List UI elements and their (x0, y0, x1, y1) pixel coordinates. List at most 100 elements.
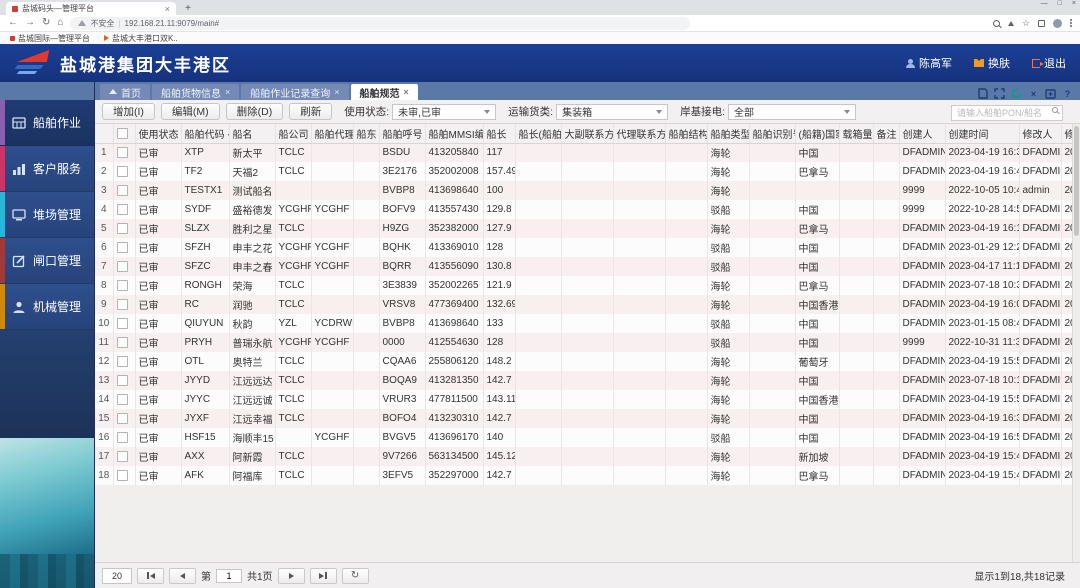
scrollbar-thumb[interactable] (1074, 126, 1079, 236)
row-checkbox[interactable] (116, 147, 128, 159)
row-checkbox[interactable] (116, 393, 128, 405)
window-maximize-button[interactable]: □ (1058, 0, 1062, 7)
sidebar-item-ship-operations[interactable]: 船舶作业 (0, 100, 94, 146)
row-checkbox[interactable] (116, 469, 128, 481)
table-row[interactable]: 6 已审 SFZH 申丰之花 YCGHF YCGHF BQHK 413369010 128 驳船中… (95, 238, 1080, 257)
row-checkbox[interactable] (116, 298, 128, 310)
table-row[interactable]: 8 已审 RONGH 荣海 TCLC 3E3839 352002265 121.9 海轮 巴拿马 D… (95, 276, 1080, 295)
sidebar-item-yard-management[interactable]: 堆场管理 (0, 192, 94, 238)
table-row[interactable]: 13 已审 JYYD 江远远达 TCLC BOQA9 413281350 142.7 海轮 中国 D… (95, 371, 1080, 390)
table-row[interactable]: 4 已审 SYDF 盛裕德发 YCGHF YCGHF BOFV9 413557430 129.8… (95, 200, 1080, 219)
row-checkbox[interactable] (116, 279, 128, 291)
table-row[interactable]: 9 已审 RC 润驰 TCLC VRSV8 477369400 132.69 海轮 中国香港 DFA… (95, 295, 1080, 314)
file-icon[interactable] (976, 87, 989, 100)
column-header[interactable]: 载箱量 (839, 124, 874, 144)
home-icon[interactable]: ⌂ (57, 18, 63, 28)
forward-icon[interactable]: → (25, 18, 35, 28)
table-row[interactable]: 1 已审 XTP 新太平 TCLC BSDU 413205840 117 海轮 中国 DFADMIN… (95, 143, 1080, 162)
sidebar-item-machinery-management[interactable]: 机械管理 (0, 284, 94, 330)
logout-button[interactable]: 退出 (1032, 55, 1066, 71)
url-box[interactable]: 不安全 | 192.168.21.11:9079/main# (70, 16, 691, 30)
tab-close-icon[interactable]: × (225, 87, 230, 97)
row-checkbox[interactable] (116, 165, 128, 177)
sidebar-item-customer-service[interactable]: 客户服务 (0, 146, 94, 192)
bookmark-star-icon[interactable]: ☆ (1022, 18, 1030, 29)
next-page-button[interactable] (277, 567, 305, 584)
window-minimize-button[interactable]: — (1041, 0, 1048, 7)
tab-close-icon[interactable]: × (334, 87, 339, 97)
use-state-select[interactable]: 未审,已审 (392, 103, 497, 120)
row-checkbox[interactable] (116, 374, 128, 386)
window-close-button[interactable]: × (1072, 0, 1076, 7)
table-row[interactable]: 3 已审 TESTX1 测试船名 BVBP8 413698640 100 海轮 9999 2022… (95, 181, 1080, 200)
help-icon[interactable]: ? (1061, 87, 1074, 100)
column-header[interactable]: 船舶呼号 (379, 124, 426, 144)
column-header[interactable]: 船舶类型 (707, 124, 750, 144)
tab-ship-specification[interactable]: 船舶规范 × (350, 84, 418, 100)
shore-power-select[interactable]: 全部 (728, 103, 857, 120)
row-checkbox[interactable] (116, 412, 128, 424)
select-all-checkbox[interactable] (116, 127, 128, 139)
table-row[interactable]: 14 已审 JYYC 江远远诚 TCLC VRUR3 477811500 143.11 海轮 中国… (95, 390, 1080, 409)
column-header[interactable]: 船舶代码 ▼ (181, 124, 230, 144)
share-icon[interactable] (1007, 20, 1014, 26)
refresh-icon[interactable] (1010, 87, 1023, 100)
column-header[interactable]: 代理联系方式 (613, 124, 666, 144)
column-header[interactable]: 使用状态 (135, 124, 182, 144)
page-number-input[interactable] (216, 568, 242, 583)
row-checkbox[interactable] (116, 222, 128, 234)
tab-home[interactable]: 首页 (100, 84, 150, 100)
table-row[interactable]: 18 已审 AFK 阿福库 TCLC 3EFV5 352297000 142.7 海轮 巴拿马 DF… (95, 466, 1080, 485)
table-row[interactable]: 17 已审 AXX 阿新霞 TCLC 9V7266 563134500 145.12 海轮 新加坡… (95, 447, 1080, 466)
prev-page-button[interactable] (169, 567, 196, 584)
column-header[interactable]: 船东 (353, 124, 380, 144)
reload-icon[interactable]: ↻ (42, 18, 50, 28)
reading-list-icon[interactable] (1038, 19, 1045, 27)
column-header[interactable]: 船舶结构 (665, 124, 708, 144)
fullscreen-icon[interactable] (993, 87, 1006, 100)
browser-tab-close-icon[interactable]: × (165, 4, 170, 14)
browser-profile-avatar[interactable] (1053, 18, 1062, 28)
bookmark-item[interactable]: 盐城国际—管理平台 (10, 33, 90, 44)
vertical-scrollbar[interactable] (1072, 124, 1080, 562)
table-row[interactable]: 16 已审 HSF15 海顺丰15 YCGHF BVGV5 413696170 140 驳船 中国… (95, 428, 1080, 447)
refresh-button[interactable]: 刷新 (289, 103, 333, 120)
search-icon[interactable] (1052, 106, 1058, 113)
tab-close-icon[interactable]: × (404, 87, 409, 97)
column-header[interactable]: 备注 (873, 124, 900, 144)
column-header[interactable]: 船舶代理 (311, 124, 354, 144)
delete-button[interactable]: 删除(D) (225, 103, 284, 120)
sidebar-item-gate-management[interactable]: 闸口管理 (0, 238, 94, 284)
edit-button[interactable]: 编辑(M) (160, 103, 220, 120)
column-header[interactable]: 船长(船舶) (515, 124, 562, 144)
close-all-icon[interactable]: × (1027, 87, 1040, 100)
row-checkbox[interactable] (116, 184, 128, 196)
row-checkbox[interactable] (116, 355, 128, 367)
column-header[interactable]: 修改人 (1019, 124, 1062, 144)
reload-grid-button[interactable]: ↻ (341, 567, 369, 584)
search-icon[interactable] (992, 19, 1000, 27)
row-checkbox[interactable] (116, 260, 128, 272)
row-checkbox[interactable] (116, 336, 128, 348)
last-page-button[interactable] (309, 567, 337, 584)
column-header[interactable]: 船长 (483, 124, 516, 144)
table-row[interactable]: 12 已审 OTL 奥特兰 TCLC CQAA6 255806120 148.2 海轮 葡萄牙 DF… (95, 352, 1080, 371)
page-size-select[interactable]: 20 (102, 567, 132, 584)
table-row[interactable]: 2 已审 TF2 天福2 TCLC 3E2176 352002008 157.49 海轮 巴拿马 D… (95, 162, 1080, 181)
tab-ship-work-record-query[interactable]: 船舶作业记录查询 × (241, 84, 349, 100)
change-skin-button[interactable]: 换肤 (974, 55, 1010, 71)
table-row[interactable]: 5 已审 SLZX 胜利之星 TCLC H9ZG 352382000 127.9 海轮 巴拿马 DF… (95, 219, 1080, 238)
column-header[interactable]: 创建时间 (945, 124, 1020, 144)
add-button[interactable]: 增加(I) (102, 103, 155, 120)
tab-ship-cargo-info[interactable]: 船舶货物信息 × (152, 84, 240, 100)
column-header[interactable]: 船公司 (275, 124, 312, 144)
export-icon[interactable] (1044, 87, 1057, 100)
column-header[interactable]: 船名 (229, 124, 276, 144)
ship-search-input[interactable] (951, 104, 1063, 121)
row-checkbox[interactable] (116, 241, 128, 253)
table-row[interactable]: 7 已审 SFZC 申丰之春 YCGHF YCGHF BQRR 413556090 130.8 驳… (95, 257, 1080, 276)
row-checkbox[interactable] (116, 431, 128, 443)
browser-menu-icon[interactable] (1070, 22, 1072, 24)
row-checkbox[interactable] (116, 317, 128, 329)
first-page-button[interactable] (137, 567, 164, 584)
